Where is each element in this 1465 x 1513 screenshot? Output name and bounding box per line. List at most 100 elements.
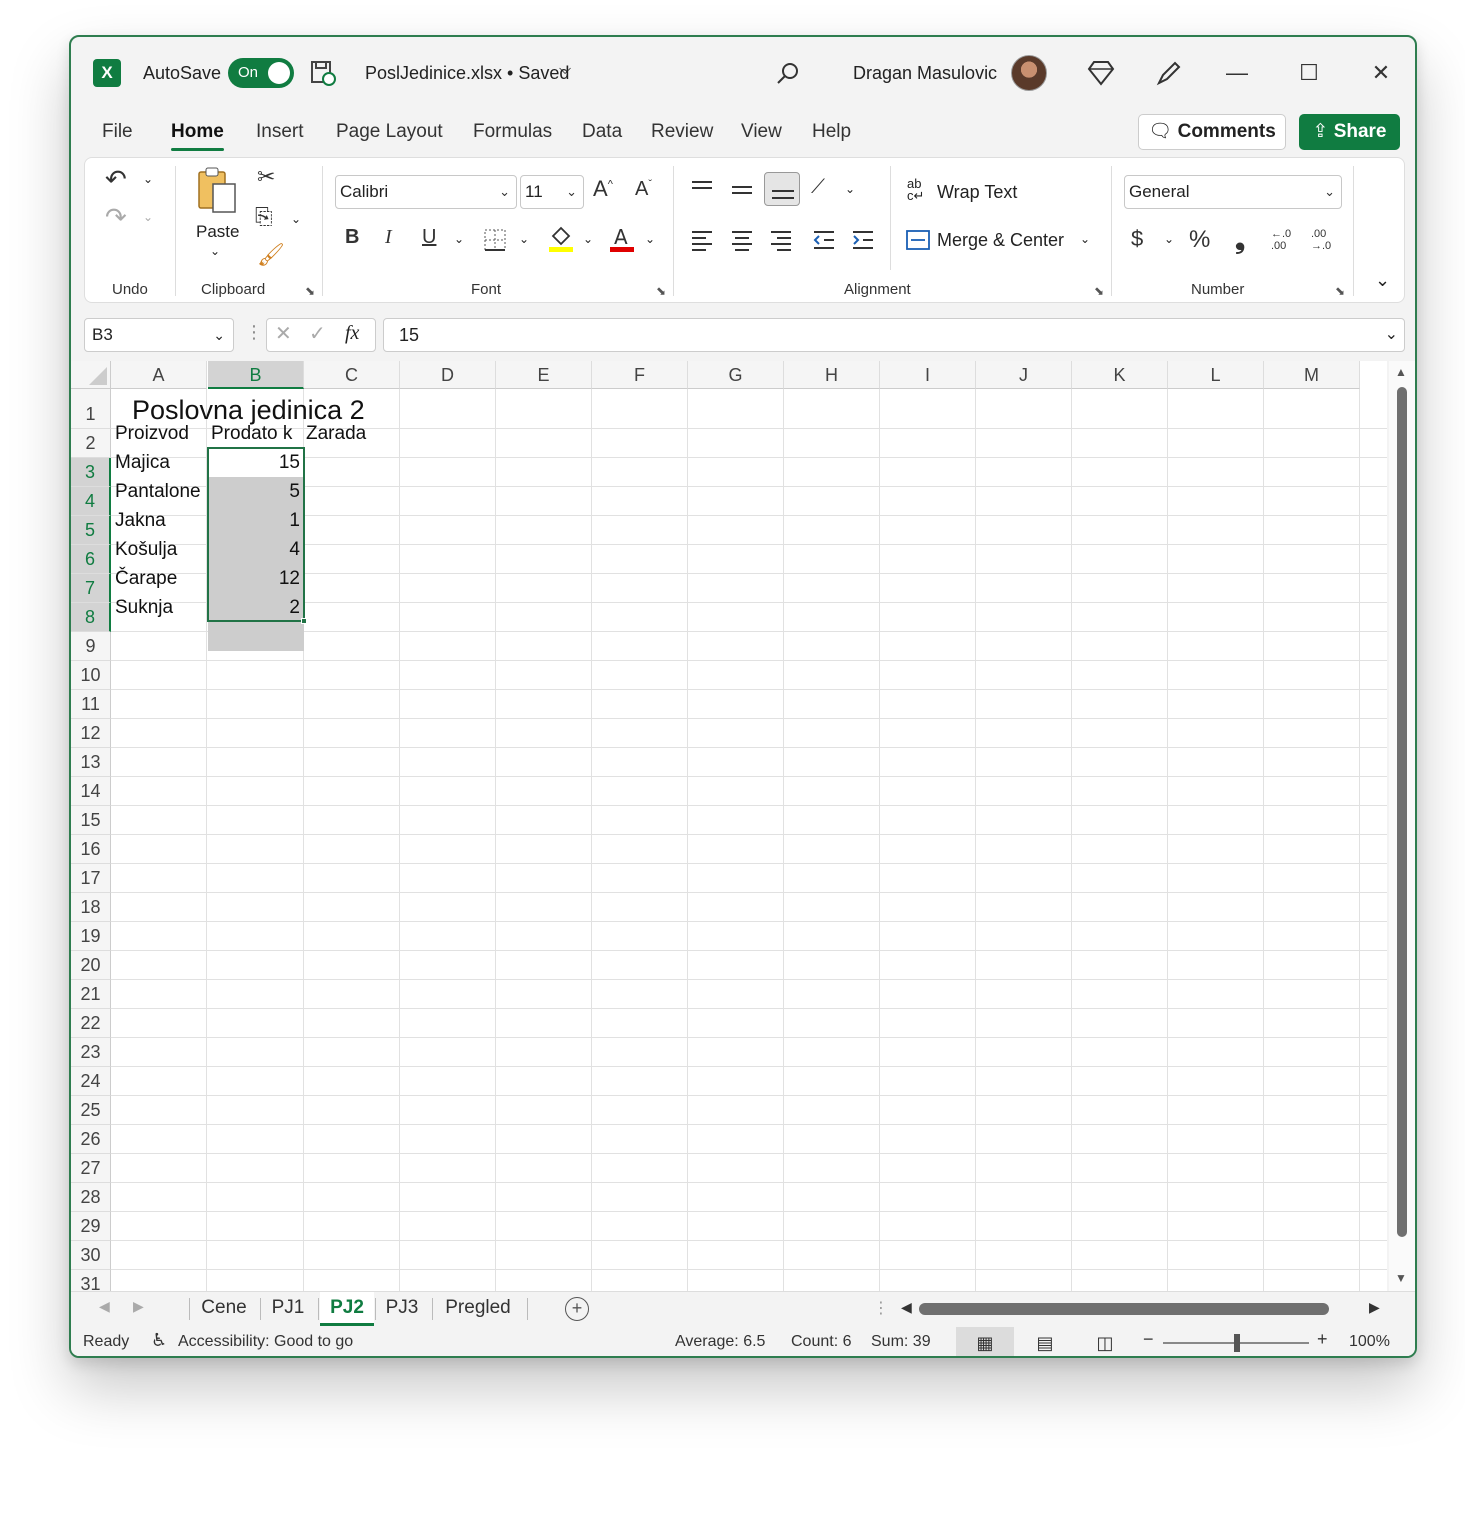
sheet-tab-pj3[interactable]: PJ3 [377, 1292, 427, 1326]
font-size-combo[interactable]: 11 ⌄ [520, 175, 584, 209]
normal-view-button[interactable]: ▦ [956, 1327, 1014, 1356]
font-color-dropdown-icon[interactable]: ⌄ [645, 232, 655, 246]
merge-center-icon[interactable] [905, 228, 931, 252]
paste-dropdown-icon[interactable]: ⌄ [210, 244, 220, 258]
row-header-8[interactable]: 8 [71, 603, 111, 632]
align-left-icon[interactable] [690, 228, 714, 252]
minimize-button[interactable]: — [1217, 53, 1257, 93]
tab-page-layout[interactable]: Page Layout [336, 121, 443, 143]
pen-icon[interactable] [1153, 57, 1185, 89]
scroll-down-icon[interactable]: ▼ [1395, 1271, 1407, 1285]
tab-data[interactable]: Data [582, 121, 622, 143]
zoom-in-button[interactable]: + [1317, 1329, 1328, 1350]
row-header-14[interactable]: 14 [71, 777, 111, 806]
vertical-scroll-thumb[interactable] [1397, 387, 1407, 1237]
paste-icon[interactable] [193, 166, 241, 218]
column-header-a[interactable]: A [111, 361, 207, 389]
borders-icon[interactable] [483, 228, 507, 252]
orientation-icon[interactable]: ⟋ [811, 176, 825, 199]
row-header-24[interactable]: 24 [71, 1067, 111, 1096]
page-layout-view-button[interactable]: ▤ [1016, 1327, 1074, 1356]
row-header-6[interactable]: 6 [71, 545, 111, 574]
row-header-27[interactable]: 27 [71, 1154, 111, 1183]
comma-button[interactable]: ❟ [1235, 224, 1245, 256]
orientation-dropdown-icon[interactable]: ⌄ [845, 182, 855, 196]
row-header-18[interactable]: 18 [71, 893, 111, 922]
column-header-m[interactable]: M [1264, 361, 1360, 389]
currency-button[interactable]: $ [1131, 226, 1143, 252]
name-box[interactable]: B3 ⌄ [84, 318, 234, 352]
horizontal-scroll-thumb[interactable] [919, 1303, 1329, 1315]
column-header-g[interactable]: G [688, 361, 784, 389]
align-right-icon[interactable] [769, 228, 793, 252]
font-name-combo[interactable]: Calibri ⌄ [335, 175, 517, 209]
font-color-icon[interactable]: A [608, 224, 636, 254]
cell-b8[interactable]: 2 [208, 593, 304, 622]
accessibility-icon[interactable]: ♿ [151, 1330, 167, 1351]
row-header-28[interactable]: 28 [71, 1183, 111, 1212]
row-header-21[interactable]: 21 [71, 980, 111, 1009]
borders-dropdown-icon[interactable]: ⌄ [519, 232, 529, 246]
zoom-level[interactable]: 100% [1349, 1333, 1390, 1351]
align-middle-icon[interactable] [730, 178, 754, 202]
copy-dropdown-icon[interactable]: ⌄ [291, 212, 301, 226]
redo-dropdown-icon[interactable]: ⌄ [143, 210, 153, 224]
number-launcher-icon[interactable]: ⬊ [1335, 284, 1345, 298]
align-top-icon[interactable] [690, 178, 714, 202]
diamond-icon[interactable] [1085, 57, 1117, 89]
prev-sheet-icon[interactable]: ◀ [99, 1298, 110, 1315]
row-header-5[interactable]: 5 [71, 516, 111, 545]
merge-center-button[interactable]: Merge & Center [937, 230, 1064, 251]
undo-icon[interactable]: ↶ [105, 164, 127, 195]
decrease-decimal-button[interactable]: .00 →.0 [1311, 228, 1341, 252]
tab-home[interactable]: Home [171, 121, 224, 151]
cell-b6[interactable]: 4 [208, 535, 304, 564]
cell-c2[interactable]: Zarada [306, 419, 399, 448]
column-header-h[interactable]: H [784, 361, 880, 389]
column-header-i[interactable]: I [880, 361, 976, 389]
row-header-15[interactable]: 15 [71, 806, 111, 835]
cell-a3[interactable]: Majica [115, 448, 208, 477]
autosave-toggle[interactable]: On [228, 58, 294, 88]
percent-button[interactable]: % [1189, 226, 1210, 254]
column-header-d[interactable]: D [400, 361, 496, 389]
cut-icon[interactable]: ✂ [257, 164, 275, 190]
cell-a4[interactable]: Pantalone [115, 477, 208, 506]
sheet-tab-pj1[interactable]: PJ1 [264, 1292, 312, 1326]
cell-b2[interactable]: Prodato k [211, 419, 304, 448]
scroll-right-icon[interactable]: ▶ [1369, 1299, 1380, 1316]
ribbon-expand-icon[interactable]: ⌄ [1375, 270, 1390, 291]
wrap-text-button[interactable]: Wrap Text [937, 182, 1017, 203]
fill-color-icon[interactable] [547, 224, 575, 254]
merge-dropdown-icon[interactable]: ⌄ [1080, 232, 1090, 246]
row-header-9[interactable]: 9 [71, 632, 111, 661]
italic-button[interactable]: I [385, 226, 392, 249]
row-header-20[interactable]: 20 [71, 951, 111, 980]
row-header-23[interactable]: 23 [71, 1038, 111, 1067]
column-header-j[interactable]: J [976, 361, 1072, 389]
column-header-e[interactable]: E [496, 361, 592, 389]
row-header-3[interactable]: 3 [71, 458, 111, 487]
column-header-l[interactable]: L [1168, 361, 1264, 389]
format-painter-icon[interactable]: 🖌 [257, 242, 285, 268]
clipboard-launcher-icon[interactable]: ⬊ [305, 284, 315, 298]
drag-handle-icon[interactable]: ⋮ [245, 322, 263, 343]
column-header-c[interactable]: C [304, 361, 400, 389]
confirm-icon[interactable]: ✓ [309, 321, 326, 346]
row-header-22[interactable]: 22 [71, 1009, 111, 1038]
status-sum[interactable]: Sum: 39 [871, 1333, 931, 1351]
close-button[interactable]: ✕ [1361, 53, 1401, 93]
cancel-icon[interactable]: ✕ [275, 321, 292, 346]
align-bottom-button[interactable] [764, 172, 800, 206]
font-launcher-icon[interactable]: ⬊ [656, 284, 666, 298]
wrap-text-icon[interactable]: ab c↵ [907, 177, 931, 202]
sheet-tab-pregled[interactable]: Pregled [435, 1292, 521, 1326]
row-header-25[interactable]: 25 [71, 1096, 111, 1125]
row-header-17[interactable]: 17 [71, 864, 111, 893]
row-header-13[interactable]: 13 [71, 748, 111, 777]
row-header-29[interactable]: 29 [71, 1212, 111, 1241]
row-header-12[interactable]: 12 [71, 719, 111, 748]
search-icon[interactable] [773, 59, 803, 89]
row-header-11[interactable]: 11 [71, 690, 111, 719]
row-header-26[interactable]: 26 [71, 1125, 111, 1154]
